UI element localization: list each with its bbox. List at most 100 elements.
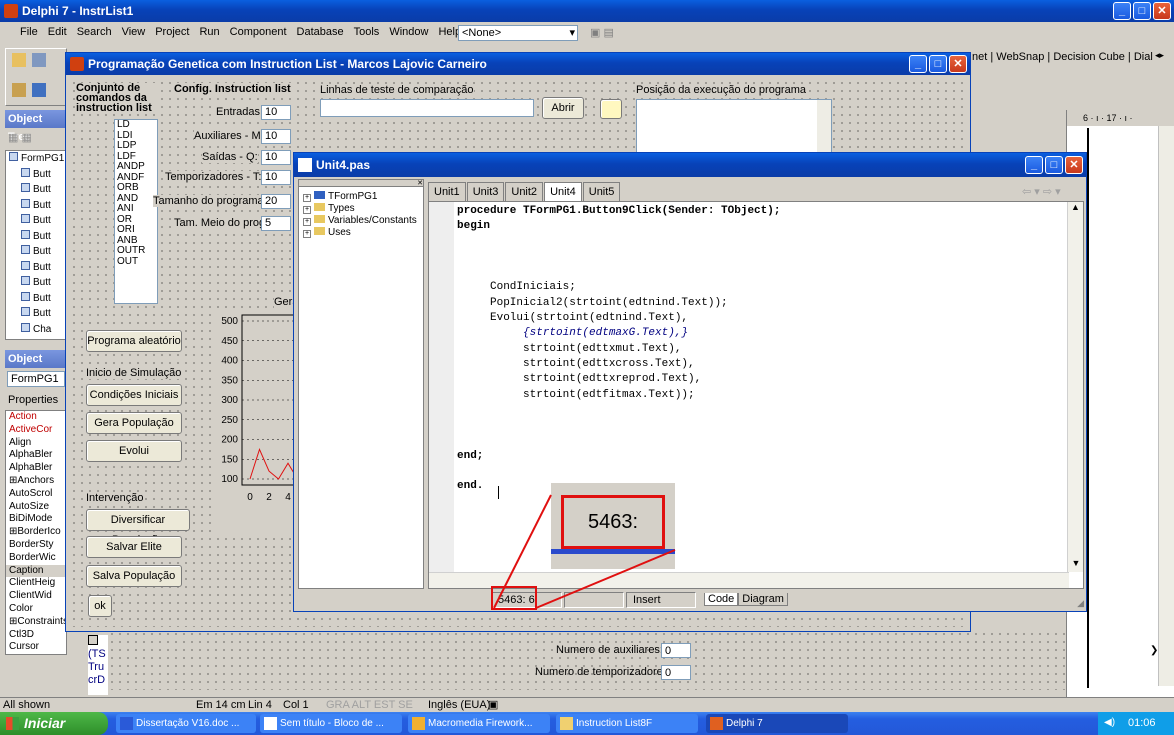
taskbar-item[interactable]: Delphi 7 — [706, 714, 848, 733]
prop-value-ctl3d[interactable]: Tru — [88, 661, 108, 674]
instruction-item[interactable]: LD — [117, 119, 157, 131]
editor-minimize-button[interactable]: _ — [1025, 156, 1043, 174]
tree-item[interactable]: Butt — [9, 275, 66, 291]
menu-window[interactable]: Window — [389, 26, 428, 42]
property-row[interactable]: AlphaBler — [6, 462, 66, 475]
property-row[interactable]: ActiveCor — [6, 424, 66, 437]
expand-icon[interactable]: + — [303, 230, 311, 238]
tree-item[interactable]: Cha — [9, 322, 66, 338]
expand-icon[interactable]: + — [303, 194, 311, 202]
tab-unit1[interactable]: Unit1 — [428, 182, 466, 201]
folder-open-icon[interactable] — [600, 99, 622, 119]
tree-item[interactable]: FormPG1 — [9, 151, 66, 167]
resize-grip-icon[interactable]: ◢ — [1077, 598, 1084, 609]
tab-diagram[interactable]: Diagram — [738, 593, 788, 606]
taskbar-item[interactable]: Dissertação V16.doc ... — [116, 714, 256, 733]
instruction-item[interactable]: ANDP — [117, 161, 157, 173]
tab-unit3[interactable]: Unit3 — [466, 182, 505, 201]
menu-edit[interactable]: Edit — [48, 26, 67, 42]
tab-code[interactable]: Code — [704, 593, 739, 606]
component-combo[interactable]: <None> ▾ — [458, 25, 578, 41]
explorer-item[interactable]: + TFormPG1 — [303, 191, 423, 203]
start-button[interactable]: Iniciar — [0, 712, 108, 735]
instruction-list[interactable]: LD LDI LDP LDF ANDP ANDF ORB AND ANI OR ORI ANB OUTR… — [114, 119, 158, 304]
instruction-item[interactable]: LDP — [117, 140, 157, 152]
tree-item[interactable]: Butt — [9, 229, 66, 245]
property-row[interactable]: Ctl3D — [6, 629, 66, 642]
salvar-elite-button[interactable]: Salvar Elite — [86, 536, 182, 558]
instruction-item[interactable]: ANI — [117, 203, 157, 215]
property-row[interactable]: ClientWid — [6, 590, 66, 603]
property-row[interactable]: BorderSty — [6, 539, 66, 552]
menu-file[interactable]: File — [20, 26, 38, 42]
open-icon[interactable] — [32, 53, 46, 67]
new-icon[interactable] — [12, 53, 26, 67]
property-row[interactable]: ClientHeig — [6, 577, 66, 590]
property-row[interactable]: Align — [6, 437, 66, 450]
programa-aleatorio-button[interactable]: Programa aleatório — [86, 330, 182, 352]
scroll-down-icon[interactable]: ▼ — [1068, 558, 1084, 572]
tree-item[interactable]: Butt — [9, 167, 66, 183]
taskbar-item[interactable]: Sem título - Bloco de ... — [260, 714, 402, 733]
nav-arrows-icon[interactable]: ⇦ ▾ ⇨ ▾ — [1022, 185, 1061, 198]
memo-scrollbar[interactable] — [817, 100, 831, 154]
field-input[interactable]: 10 — [261, 150, 291, 165]
tree-item[interactable]: Butt — [9, 244, 66, 260]
property-row[interactable]: Caption — [6, 564, 66, 578]
form-maximize-button[interactable]: □ — [929, 55, 947, 73]
evolui-button[interactable]: Evolui — [86, 440, 182, 462]
palette-tabs[interactable]: net | WebSnap | Decision Cube | Dial — [964, 48, 1174, 66]
right-scrollbar[interactable] — [1158, 126, 1174, 686]
menu-database[interactable]: Database — [297, 26, 344, 42]
inspector-object-combo[interactable]: FormPG1 — [7, 371, 65, 387]
instruction-item[interactable]: ORI — [117, 224, 157, 236]
object-tree[interactable]: FormPG1 Butt Butt Butt Butt Butt Butt Butt Butt B… — [5, 150, 67, 340]
gera-populacao-button[interactable]: Gera População — [86, 412, 182, 434]
prop-value-color[interactable] — [88, 635, 108, 648]
scroll-up-icon[interactable]: ▲ — [1068, 202, 1083, 216]
posicao-memo[interactable] — [636, 99, 832, 155]
scroll-left-icon[interactable]: ❯ — [1150, 645, 1170, 659]
salva-populacao-button[interactable]: Salva População — [86, 565, 182, 587]
tree-item[interactable]: Butt — [9, 306, 66, 322]
form-close-button[interactable]: ✕ — [949, 55, 967, 73]
property-row[interactable]: Cursor — [6, 641, 66, 654]
form-title-bar[interactable]: Programação Genetica com Instruction Lis… — [66, 53, 970, 75]
property-row[interactable]: AutoSize — [6, 501, 66, 514]
property-row[interactable]: BorderWic — [6, 552, 66, 565]
linhas-input[interactable] — [320, 99, 534, 117]
property-row[interactable]: Color — [6, 603, 66, 616]
code-explorer[interactable]: ✕ + TFormPG1 + Types + Variables/Constants + Us… — [298, 179, 424, 589]
explorer-close-icon[interactable]: ✕ — [299, 180, 423, 187]
property-row[interactable]: ⊞Constraints — [6, 616, 66, 629]
property-row[interactable]: ⊞BorderIco — [6, 526, 66, 539]
inspector-tab-properties[interactable]: Properties — [5, 390, 67, 410]
maximize-button[interactable]: □ — [1133, 2, 1151, 20]
tab-unit4[interactable]: Unit4 — [544, 182, 582, 201]
property-row[interactable]: BiDiMode — [6, 513, 66, 526]
tree-item[interactable]: Butt — [9, 198, 66, 214]
property-row[interactable]: ⊞Anchors — [6, 475, 66, 488]
menu-view[interactable]: View — [122, 26, 146, 42]
expand-icon[interactable]: + — [303, 206, 311, 214]
tree-item[interactable]: Butt — [9, 213, 66, 229]
explorer-item[interactable]: + Uses — [303, 227, 423, 239]
instruction-item[interactable]: OUT — [117, 256, 157, 268]
instruction-item[interactable]: OUTR — [117, 245, 157, 257]
field-input[interactable]: 10 — [261, 170, 291, 185]
property-row[interactable]: AlphaBler — [6, 449, 66, 462]
condicoes-iniciais-button[interactable]: Condições Iniciais — [86, 384, 182, 406]
explorer-item[interactable]: + Types — [303, 203, 423, 215]
abrir-button[interactable]: Abrir — [542, 97, 584, 119]
save-all-icon[interactable] — [32, 83, 46, 97]
editor-title-bar[interactable]: Unit4.pas _ □ ✕ — [294, 153, 1086, 177]
taskbar-item[interactable]: Instruction List8F — [556, 714, 698, 733]
diversificar-button[interactable]: Diversificar População — [86, 509, 190, 546]
field-input[interactable]: 20 — [261, 194, 291, 209]
editor-close-button[interactable]: ✕ — [1065, 156, 1083, 174]
ok-button[interactable]: ok — [88, 595, 112, 617]
taskbar-item[interactable]: Macromedia Firework... — [408, 714, 550, 733]
aux-input[interactable]: 0 — [661, 643, 691, 658]
tree-item[interactable]: Butt — [9, 291, 66, 307]
delphi-title-bar[interactable]: Delphi 7 - InstrList1 _ □ ✕ — [0, 0, 1174, 22]
